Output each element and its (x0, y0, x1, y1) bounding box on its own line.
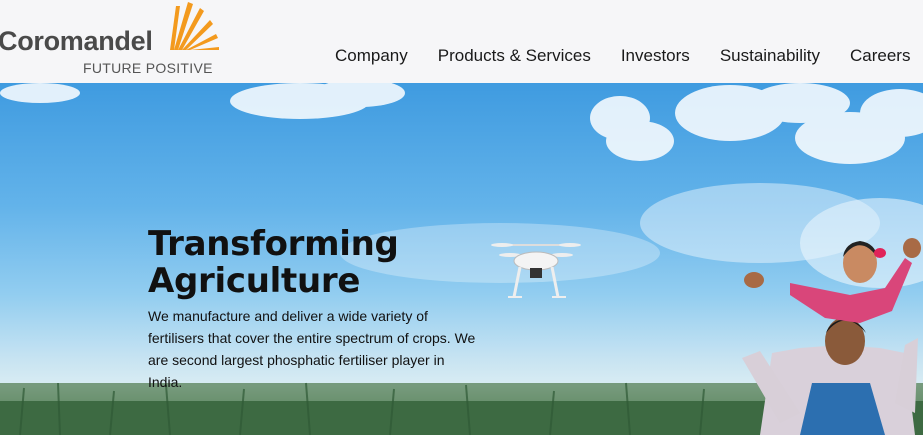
hero-description: We manufacture and deliver a wide variet… (148, 308, 476, 390)
site-header: Coromandel FUTURE POSITIVE Company Produ… (0, 0, 923, 83)
hero-banner: Transforming Agriculture We manufacture … (0, 83, 923, 435)
nav-item-company[interactable]: Company (335, 46, 408, 66)
logo-wordmark: Coromandel (0, 26, 153, 56)
logo-tagline: FUTURE POSITIVE (83, 60, 213, 76)
clouds (0, 83, 923, 288)
sunburst-logo-icon (170, 2, 219, 50)
nav-item-investors[interactable]: Investors (621, 46, 690, 66)
hero-title-line-2: Agriculture (148, 261, 361, 301)
main-nav: Company Products & Services Investors Su… (335, 46, 923, 66)
nav-item-careers[interactable]: Careers (850, 46, 910, 66)
coromandel-logo[interactable]: Coromandel FUTURE POSITIVE (0, 0, 230, 83)
nav-item-sustainability[interactable]: Sustainability (720, 46, 820, 66)
hero-title-line-1: Transforming (148, 224, 399, 264)
nav-item-products-services[interactable]: Products & Services (438, 46, 591, 66)
hero-title: Transforming Agriculture (148, 226, 448, 300)
